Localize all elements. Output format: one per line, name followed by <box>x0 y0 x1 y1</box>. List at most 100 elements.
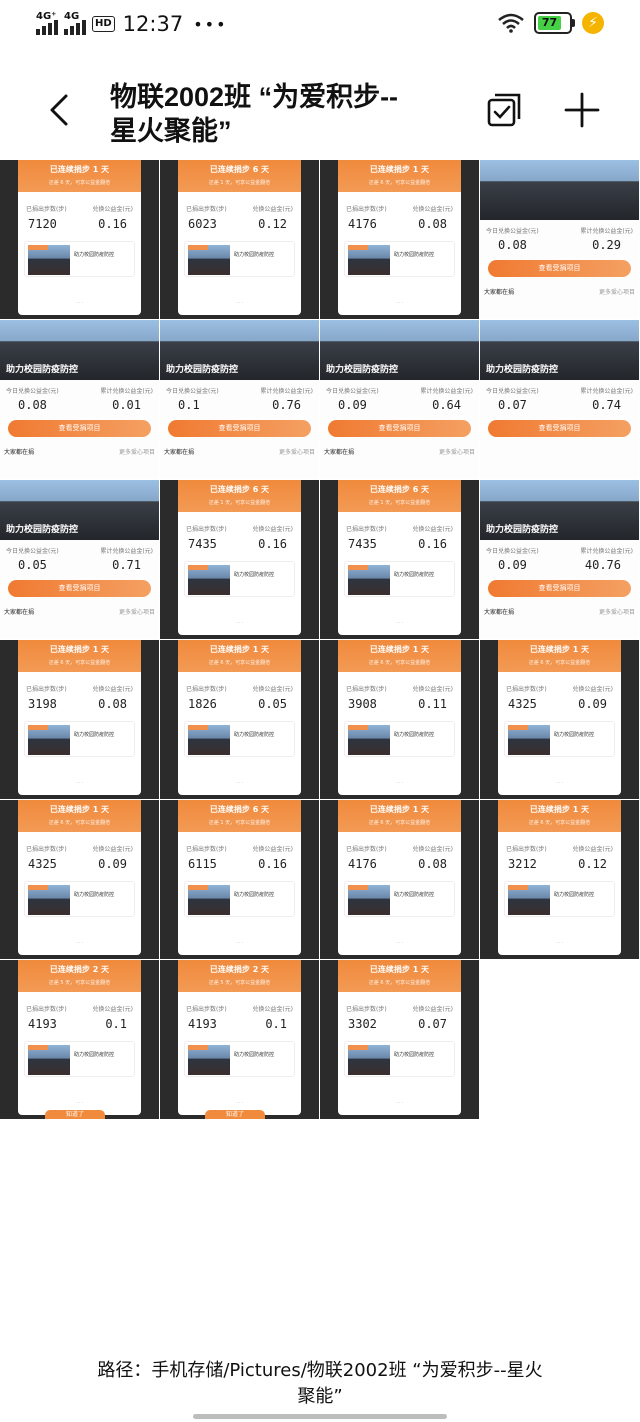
steps-label: 已捐出步数(步) <box>186 206 227 213</box>
step-donation-card: 已连续捐步 1 天还差 6 天，可享公益金翻倍 已捐出步数(步) 兑换公益金(元) 3… <box>498 800 621 955</box>
streak-subtext: 还差 6 天，可享公益金翻倍 <box>528 820 591 826</box>
card-footer: · · · <box>396 780 403 785</box>
project-photo: 助力校园防疫防控 <box>480 320 639 380</box>
today-amount-value: 0.08 <box>18 398 47 412</box>
streak-banner: 已连续捐步 6 天还差 1 天，可享公益金翻倍 <box>178 160 301 192</box>
amount-value: 0.1 <box>265 1017 287 1031</box>
photo-thumbnail[interactable]: 已连续捐步 6 天还差 1 天，可享公益金翻倍 已捐出步数(步) 兑换公益金(元) 7… <box>320 480 479 639</box>
photo-thumbnail[interactable]: 已连续捐步 1 天还差 6 天，可享公益金翻倍 已捐出步数(步) 兑换公益金(元) 4… <box>480 640 639 799</box>
amount-value: 0.12 <box>258 217 287 231</box>
amount-label: 兑换公益金(元) <box>92 846 133 853</box>
steps-value: 3212 <box>508 857 537 871</box>
add-button[interactable] <box>562 90 602 130</box>
today-amount-label: 今日兑换公益金(元) <box>6 388 59 395</box>
project-caption: 助力校园防疫防控 <box>486 365 559 375</box>
project-photo <box>28 885 70 915</box>
streak-text: 已连续捐步 6 天 <box>209 165 270 174</box>
project-title: 助力校园防疫防控 <box>74 732 115 738</box>
card-footer: · · · <box>396 940 403 945</box>
photo-thumbnail[interactable]: 助力校园防疫防控 今日兑换公益金(元) 累计兑换公益金(元) 0.1 0.76 查看受捐项… <box>160 320 319 479</box>
select-button[interactable] <box>484 90 524 130</box>
photo-thumbnail[interactable]: 助力校园防疫防控 今日兑换公益金(元) 累计兑换公益金(元) 0.08 0.01 查看受捐… <box>0 320 159 479</box>
steps-label: 已捐出步数(步) <box>26 206 67 213</box>
more-projects-link: 更多爱心项目 <box>598 609 635 616</box>
amount-label: 兑换公益金(元) <box>92 686 133 693</box>
steps-value: 4193 <box>28 1017 57 1031</box>
steps-label: 已捐出步数(步) <box>26 1006 67 1013</box>
photo-thumbnail[interactable]: 已连续捐步 1 天还差 6 天，可享公益金翻倍 已捐出步数(步) 兑换公益金(元) 7… <box>0 160 159 319</box>
photo-thumbnail[interactable]: 已连续捐步 1 天还差 6 天，可享公益金翻倍 已捐出步数(步) 兑换公益金(元) 3… <box>320 640 479 799</box>
streak-banner: 已连续捐步 6 天还差 1 天，可享公益金翻倍 <box>338 480 461 512</box>
steps-value: 4176 <box>348 857 377 871</box>
project-title: 助力校园防疫防控 <box>394 252 435 258</box>
photo-thumbnail[interactable]: 已连续捐步 1 天还差 6 天，可享公益金翻倍 已捐出步数(步) 兑换公益金(元) 1… <box>160 640 319 799</box>
card-footer: · · · <box>76 940 83 945</box>
streak-text: 已连续捐步 1 天 <box>209 645 270 654</box>
step-donation-card: 已连续捐步 2 天还差 5 天，可享公益金翻倍 已捐出步数(步) 兑换公益金(元) 4… <box>18 960 141 1115</box>
photo-thumbnail[interactable]: 已连续捐步 2 天还差 5 天，可享公益金翻倍 已捐出步数(步) 兑换公益金(元) 4… <box>0 960 159 1119</box>
home-indicator[interactable] <box>193 1414 447 1419</box>
total-amount-value: 0.76 <box>272 398 301 412</box>
photo-thumbnail[interactable]: 已连续捐步 6 天还差 1 天，可享公益金翻倍 已捐出步数(步) 兑换公益金(元) 7… <box>160 480 319 639</box>
photo-thumbnail[interactable]: 助力校园防疫防控 今日兑换公益金(元) 累计兑换公益金(元) 0.05 0.71 查看受捐… <box>0 480 159 639</box>
view-project-button: 查看受捐项目 <box>488 260 631 277</box>
back-button[interactable] <box>42 90 82 130</box>
total-amount-value: 0.74 <box>592 398 621 412</box>
streak-subtext: 还差 6 天，可享公益金翻倍 <box>208 660 271 666</box>
project-photo <box>28 1045 70 1075</box>
view-project-button: 查看受捐项目 <box>328 420 471 437</box>
amount-label: 兑换公益金(元) <box>252 686 293 693</box>
steps-value: 6023 <box>188 217 217 231</box>
today-amount-value: 0.09 <box>338 398 367 412</box>
streak-subtext: 还差 6 天，可享公益金翻倍 <box>368 660 431 666</box>
today-amount-label: 今日兑换公益金(元) <box>326 388 379 395</box>
amount-value: 0.09 <box>98 857 127 871</box>
steps-value: 7435 <box>348 537 377 551</box>
total-amount-label: 累计兑换公益金(元) <box>580 548 633 555</box>
photo-thumbnail[interactable]: 助力校园防疫防控 今日兑换公益金(元) 累计兑换公益金(元) 0.09 40.76 查看受… <box>480 480 639 639</box>
network-type-label: 4G <box>64 11 80 22</box>
steps-value: 1826 <box>188 697 217 711</box>
amount-label: 兑换公益金(元) <box>92 206 133 213</box>
amount-label: 兑换公益金(元) <box>412 1006 453 1013</box>
photo-thumbnail[interactable]: 已连续捐步 1 天还差 6 天，可享公益金翻倍 已捐出步数(步) 兑换公益金(元) 3… <box>0 640 159 799</box>
project-photo: 助力校园防疫防控 <box>160 320 319 380</box>
streak-text: 已连续捐步 1 天 <box>529 805 590 814</box>
wifi-icon <box>498 13 524 33</box>
photo-thumbnail[interactable]: 已连续捐步 1 天还差 6 天，可享公益金翻倍 已捐出步数(步) 兑换公益金(元) 4… <box>320 160 479 319</box>
card-footer: · · · <box>396 1100 403 1105</box>
streak-text: 已连续捐步 1 天 <box>49 165 110 174</box>
photo-thumbnail[interactable]: 已连续捐步 2 天还差 5 天，可享公益金翻倍 已捐出步数(步) 兑换公益金(元) 4… <box>160 960 319 1119</box>
photo-thumbnail[interactable]: 已连续捐步 1 天还差 6 天，可享公益金翻倍 已捐出步数(步) 兑换公益金(元) 3… <box>320 960 479 1119</box>
streak-text: 已连续捐步 2 天 <box>49 965 110 974</box>
photo-thumbnail[interactable]: 已连续捐步 6 天还差 1 天，可享公益金翻倍 已捐出步数(步) 兑换公益金(元) 6… <box>160 160 319 319</box>
project-card: 助力校园防疫防控 <box>24 721 135 757</box>
card-footer: · · · <box>76 300 83 305</box>
today-amount-value: 0.09 <box>498 558 527 572</box>
photo-thumbnail[interactable]: 已连续捐步 1 天还差 6 天，可享公益金翻倍 已捐出步数(步) 兑换公益金(元) 4… <box>320 800 479 959</box>
project-card: 助力校园防疫防控 <box>24 881 135 917</box>
streak-banner: 已连续捐步 1 天还差 6 天，可享公益金翻倍 <box>338 160 461 192</box>
photo-thumbnail[interactable]: 已连续捐步 1 天还差 6 天，可享公益金翻倍 已捐出步数(步) 兑换公益金(元) 4… <box>0 800 159 959</box>
project-photo <box>28 725 70 755</box>
photo-thumbnail[interactable]: 今日兑换公益金(元) 累计兑换公益金(元) 0.08 0.29 查看受捐项目 大家都在捐 更… <box>480 160 639 319</box>
photo-thumbnail[interactable]: 助力校园防疫防控 今日兑换公益金(元) 累计兑换公益金(元) 0.07 0.74 查看受捐… <box>480 320 639 479</box>
photo-thumbnail[interactable]: 助力校园防疫防控 今日兑换公益金(元) 累计兑换公益金(元) 0.09 0.64 查看受捐… <box>320 320 479 479</box>
project-card: 助力校园防疫防控 <box>184 721 295 757</box>
project-photo <box>188 1045 230 1075</box>
steps-value: 7435 <box>188 537 217 551</box>
photo-thumbnail[interactable]: 已连续捐步 6 天还差 1 天，可享公益金翻倍 已捐出步数(步) 兑换公益金(元) 6… <box>160 800 319 959</box>
more-projects-link: 更多爱心项目 <box>278 449 315 456</box>
streak-subtext: 还差 5 天，可享公益金翻倍 <box>208 980 271 986</box>
streak-text: 已连续捐步 6 天 <box>209 805 270 814</box>
photo-thumbnail[interactable]: 已连续捐步 1 天还差 6 天，可享公益金翻倍 已捐出步数(步) 兑换公益金(元) 3… <box>480 800 639 959</box>
streak-banner: 已连续捐步 1 天还差 6 天，可享公益金翻倍 <box>498 800 621 832</box>
step-donation-card: 已连续捐步 6 天还差 1 天，可享公益金翻倍 已捐出步数(步) 兑换公益金(元) 6… <box>178 800 301 955</box>
streak-subtext: 还差 5 天，可享公益金翻倍 <box>48 980 111 986</box>
project-card: 助力校园防疫防控 <box>344 881 455 917</box>
amount-value: 0.16 <box>258 857 287 871</box>
step-donation-card: 已连续捐步 1 天还差 6 天，可享公益金翻倍 已捐出步数(步) 兑换公益金(元) 4… <box>18 800 141 955</box>
steps-label: 已捐出步数(步) <box>186 846 227 853</box>
project-title: 助力校园防疫防控 <box>394 572 435 578</box>
steps-label: 已捐出步数(步) <box>506 686 547 693</box>
